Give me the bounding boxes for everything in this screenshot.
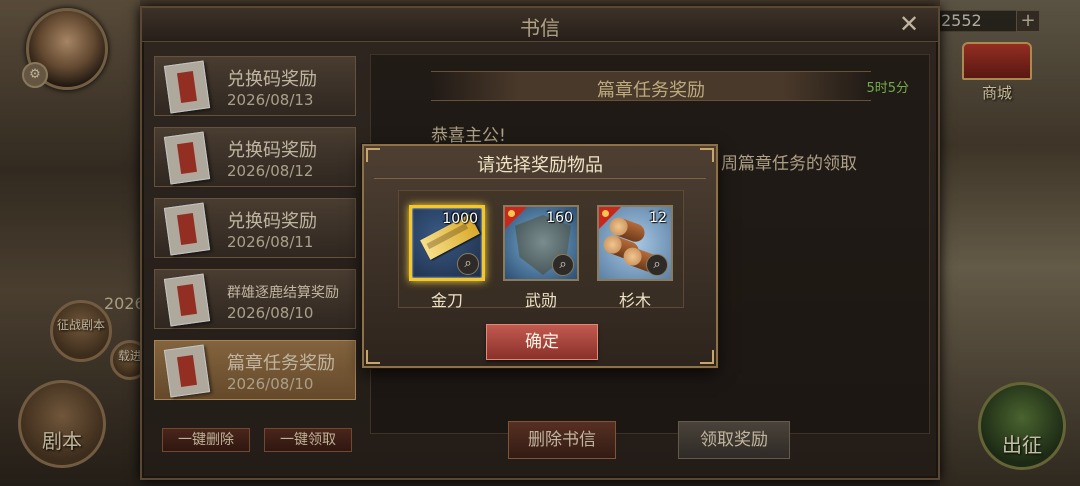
magnify-icon[interactable]: ⌕ xyxy=(646,254,668,276)
reward-slot[interactable]: 12 ⌕ xyxy=(597,205,673,281)
reward-name: 杉木 xyxy=(618,291,651,310)
reward-count: 160 xyxy=(546,210,573,226)
reward-option-fir-wood[interactable]: 12 ⌕ 杉木 xyxy=(597,205,673,311)
personal-flag-icon xyxy=(505,207,527,229)
corner-ornament xyxy=(366,350,380,364)
reward-option-golden-blade[interactable]: 1000 ⌕ 金刀 xyxy=(409,205,485,311)
reward-option-merit[interactable]: 160 ⌕ 武勋 xyxy=(503,205,579,311)
reward-slot[interactable]: 160 ⌕ xyxy=(503,205,579,281)
confirm-button[interactable]: 确定 xyxy=(486,324,598,360)
dialog-divider xyxy=(374,178,706,179)
magnify-icon[interactable]: ⌕ xyxy=(457,253,479,275)
reward-slot[interactable]: 1000 ⌕ xyxy=(409,205,485,281)
reward-name: 武勋 xyxy=(524,291,557,310)
reward-name: 金刀 xyxy=(430,291,463,310)
reward-items-area: 1000 ⌕ 金刀 160 ⌕ 武勋 12 ⌕ 杉木 xyxy=(398,190,684,311)
corner-ornament xyxy=(700,350,714,364)
magnify-icon[interactable]: ⌕ xyxy=(552,254,574,276)
dialog-title: 请选择奖励物品 xyxy=(477,155,603,176)
reward-count: 1000 xyxy=(442,211,478,227)
personal-flag-icon xyxy=(599,207,621,229)
reward-count: 12 xyxy=(649,210,667,226)
reward-select-dialog: 请选择奖励物品 1000 ⌕ 金刀 160 ⌕ 武勋 12 ⌕ 杉木 确定 xyxy=(362,144,718,368)
